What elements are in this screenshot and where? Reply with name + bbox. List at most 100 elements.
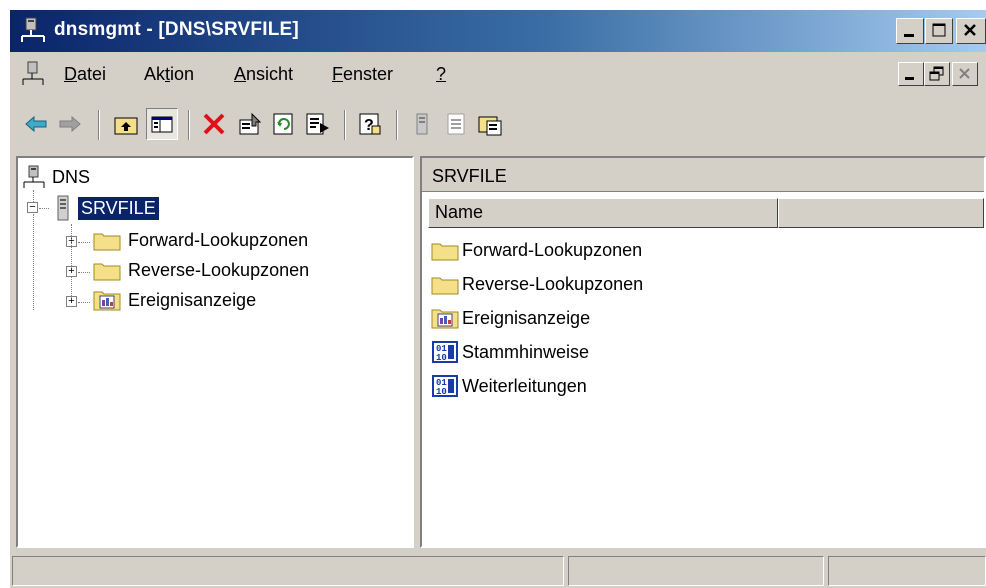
details-pane[interactable]: SRVFILE Name Forward-Lookupzonen Reverse… (420, 156, 986, 548)
server-icon (416, 113, 428, 135)
menu-datei-post: atei (77, 64, 107, 84)
records-icon (447, 113, 465, 135)
tree-dns-label: DNS (52, 166, 91, 187)
list-item-label: Weiterleitungen (462, 375, 587, 396)
forward-arrow-icon (59, 115, 81, 133)
child-restore-button[interactable] (924, 62, 950, 86)
toolbar-separator (344, 110, 346, 140)
menu-aktion-post: ion (170, 64, 195, 84)
tree-node-ereignisanzeige[interactable]: Ereignisanzeige (92, 288, 256, 312)
tree-reverse-label: Reverse-Lookupzonen (128, 259, 310, 280)
tree-line (78, 272, 90, 274)
forward-button[interactable] (54, 108, 86, 140)
server-icon (57, 195, 69, 221)
minimize-button[interactable] (896, 18, 924, 44)
tree-line (39, 208, 49, 210)
list-item[interactable]: 01 10 Stammhinweise (430, 340, 589, 364)
refresh-button[interactable] (268, 108, 300, 140)
toolbar-separator (98, 110, 100, 140)
menu-aktion[interactable]: Aktion (144, 64, 194, 85)
export-list-button[interactable] (302, 108, 334, 140)
help-button[interactable]: ? (354, 108, 386, 140)
mmc-window: dnsmgmt - [DNS\SRVFILE] Datei Aktion Ans… (10, 10, 986, 588)
menu-bar: Datei Aktion Ansicht Fenster ? (10, 54, 986, 94)
toolbar-separator (396, 110, 398, 140)
child-minimize-button[interactable] (898, 62, 924, 86)
column-header-name[interactable]: Name (428, 198, 778, 228)
up-one-level-button[interactable] (110, 108, 142, 140)
expand-toggle-ereignis[interactable]: + (66, 296, 77, 307)
restore-icon (929, 66, 944, 81)
records-button[interactable] (440, 108, 472, 140)
back-arrow-icon (25, 115, 47, 133)
tree-line (78, 302, 90, 304)
toolbar: ? (10, 102, 986, 146)
help-icon: ? (359, 113, 381, 135)
list-item[interactable]: Forward-Lookupzonen (430, 238, 642, 262)
details-header: SRVFILE (422, 158, 984, 192)
maximize-button[interactable] (925, 18, 953, 44)
collapse-toggle-srvfile[interactable]: − (27, 202, 38, 213)
event-viewer-icon (93, 291, 121, 311)
delete-icon (203, 113, 225, 135)
close-icon (959, 68, 970, 79)
menu-fenster-accel: F (332, 64, 343, 84)
tree-srvfile-label: SRVFILE (78, 196, 159, 220)
maximize-icon (932, 23, 946, 37)
list-item[interactable]: Ereignisanzeige (430, 306, 590, 330)
svg-text:10: 10 (436, 353, 447, 363)
menu-ansicht-accel: A (234, 64, 247, 84)
list-item-label: Ereignisanzeige (462, 307, 591, 328)
close-button[interactable] (956, 18, 986, 44)
menu-datei-accel: D (64, 64, 77, 84)
menu-fenster[interactable]: Fenster (332, 64, 393, 85)
menu-ansicht-post: nsicht (246, 64, 294, 84)
show-hide-tree-icon (151, 116, 173, 133)
show-hide-tree-button[interactable] (146, 108, 178, 140)
list-item[interactable]: 01 10 Weiterleitungen (430, 374, 587, 398)
menu-help-accel: ? (436, 64, 447, 84)
root-hints-icon: 0110 (432, 341, 458, 363)
tree-node-forward-lookupzonen[interactable]: Forward-Lookupzonen (92, 228, 308, 252)
list-item-label: Stammhinweise (462, 341, 590, 362)
status-panel-right (828, 556, 986, 586)
close-icon (964, 24, 976, 36)
up-folder-icon (114, 117, 138, 135)
menu-fenster-post: enster (343, 64, 394, 84)
menu-datei[interactable]: Datei (64, 64, 106, 85)
export-list-icon (306, 113, 329, 135)
new-zone-button[interactable] (474, 108, 506, 140)
folder-icon (93, 233, 121, 251)
toolbar-separator (188, 110, 190, 140)
tree-ereignis-label: Ereignisanzeige (128, 289, 257, 310)
expand-toggle-reverse[interactable]: + (66, 266, 77, 277)
title-bar[interactable]: dnsmgmt - [DNS\SRVFILE] (10, 10, 986, 52)
child-close-button[interactable] (952, 62, 978, 86)
tree-line (33, 214, 35, 310)
status-panel-middle (568, 556, 824, 586)
dns-icon (23, 165, 45, 188)
refresh-icon (273, 113, 293, 135)
tree-line (78, 242, 90, 244)
menu-aktion-pre: Ak (144, 64, 166, 84)
console-tree-pane[interactable]: DNS − SRVFILE + Forward-Lookupzonen + Re… (16, 156, 414, 548)
tree-node-srvfile[interactable]: SRVFILE (52, 194, 159, 222)
mdi-system-menu-icon[interactable] (20, 60, 48, 88)
tree-forward-label: Forward-Lookupzonen (128, 229, 309, 250)
minimize-icon (905, 77, 914, 80)
tree-node-dns[interactable]: DNS (22, 164, 90, 190)
menu-ansicht[interactable]: Ansicht (234, 64, 293, 85)
tree-node-reverse-lookupzonen[interactable]: Reverse-Lookupzonen (92, 258, 309, 282)
status-panel-main (12, 556, 564, 586)
delete-button[interactable] (198, 108, 230, 140)
server-button[interactable] (406, 108, 438, 140)
column-header-empty[interactable] (778, 198, 984, 228)
list-item-label: Forward-Lookupzonen (462, 239, 643, 260)
properties-button[interactable] (234, 108, 266, 140)
tree-line (71, 224, 73, 304)
menu-help[interactable]: ? (436, 64, 446, 85)
forwarders-icon: 0110 (432, 375, 458, 397)
properties-icon (239, 112, 262, 135)
list-item[interactable]: Reverse-Lookupzonen (430, 272, 643, 296)
back-button[interactable] (20, 108, 52, 140)
